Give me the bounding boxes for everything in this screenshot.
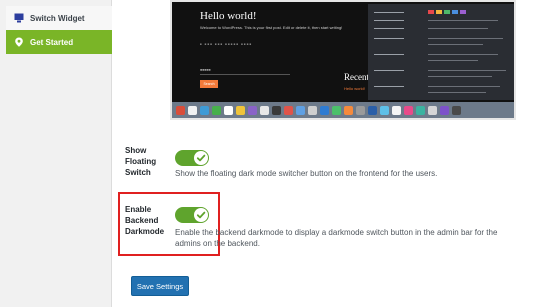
floating-switch-label: Show Floating Switch (125, 146, 157, 177)
color-swatch (444, 10, 450, 14)
preview-search-label: ■■■■■ (200, 68, 211, 72)
preview-dock (172, 102, 514, 118)
floating-switch-description: Show the floating dark mode switcher but… (175, 169, 438, 178)
backend-darkmode-description: Enable the backend darkmode to display a… (175, 228, 498, 248)
save-settings-button[interactable]: Save Settings (131, 276, 189, 296)
sidebar-item-label: Get Started (30, 37, 74, 47)
preview-settings-panel (368, 4, 514, 100)
color-swatch (452, 10, 458, 14)
preview-recent-heading: Recent (344, 72, 369, 82)
color-swatch (460, 10, 466, 14)
sidebar-item-switch-widget[interactable]: Switch Widget (6, 6, 112, 30)
preview-search-button: Search (200, 80, 218, 88)
floating-switch-toggle[interactable] (175, 150, 209, 166)
preview-post-meta: ■ ■■■ ■■■ ■■■■■ ■■■■ (200, 42, 253, 46)
preview-post-text: Welcome to WordPress. This is your first… (200, 25, 343, 30)
checkmark-icon (196, 154, 206, 162)
location-pin-icon (15, 37, 23, 47)
preview-post-title: Hello world! (200, 10, 257, 22)
backend-darkmode-label: Enable Backend Darkmode (125, 205, 165, 236)
checkmark-icon (196, 211, 206, 219)
preview-search-field (200, 74, 290, 75)
monitor-icon (14, 13, 24, 23)
settings-sidebar: Switch Widget Get Started (0, 0, 112, 307)
sidebar-item-label: Switch Widget (30, 13, 85, 23)
preview-recent-link: Hello world! (344, 86, 365, 91)
backend-darkmode-toggle[interactable] (175, 207, 209, 223)
color-swatch (428, 10, 434, 14)
sidebar-item-get-started[interactable]: Get Started (6, 30, 112, 54)
settings-main: Hello world! Welcome to WordPress. This … (112, 0, 550, 307)
preview-screenshot: Hello world! Welcome to WordPress. This … (170, 0, 516, 120)
color-swatch (436, 10, 442, 14)
